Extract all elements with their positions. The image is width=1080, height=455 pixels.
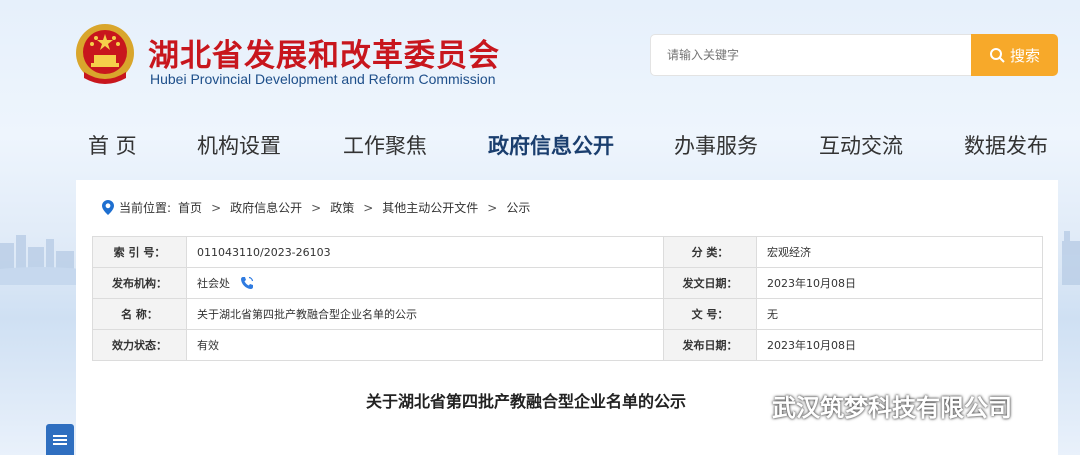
nav-services[interactable]: 办事服务 <box>674 130 758 160</box>
name-key: 名 称： <box>92 298 187 330</box>
breadcrumb-separator: > <box>487 200 498 215</box>
watermark: 武汉筑梦科技有限公司 <box>728 388 1012 423</box>
search-button-label: 搜索 <box>1009 46 1040 65</box>
table-row: 发布机构： 社会处 发文日期： 2023年10月08日 <box>92 267 1043 299</box>
breadcrumb-prefix: 当前位置: <box>119 201 172 215</box>
search-icon <box>989 48 1005 63</box>
breadcrumb-separator: > <box>211 200 222 215</box>
doc-number-key: 文 号： <box>663 298 757 330</box>
table-row: 效力状态： 有效 发布日期： 2023年10月08日 <box>92 329 1043 361</box>
category-key: 分 类： <box>663 236 757 268</box>
main-nav: 首 页 机构设置 工作聚焦 政府信息公开 办事服务 互动交流 数据发布 <box>0 130 1080 166</box>
site-title-english: Hubei Provincial Development and Reform … <box>150 71 496 87</box>
table-row: 名 称： 关于湖北省第四批产教融合型企业名单的公示 文 号： 无 <box>92 298 1043 330</box>
breadcrumb-home[interactable]: 首页 <box>178 199 202 216</box>
watermark-text: 武汉筑梦科技有限公司 <box>772 394 1012 422</box>
document-title: 关于湖北省第四批产教融合型企业名单的公示 <box>366 392 687 411</box>
wechat-icon <box>728 391 764 419</box>
phone-icon[interactable] <box>240 276 254 290</box>
breadcrumb-other-files[interactable]: 其他主动公开文件 <box>382 199 478 216</box>
status-value: 有效 <box>186 329 664 361</box>
publisher-cell: 社会处 <box>186 267 664 299</box>
table-row: 索 引 号： 011043110/2023-26103 分 类： 宏观经济 <box>92 236 1043 268</box>
name-value: 关于湖北省第四批产教融合型企业名单的公示 <box>186 298 664 330</box>
doc-number-value: 无 <box>756 298 1043 330</box>
pub-date-key: 发布日期： <box>663 329 757 361</box>
nav-interaction[interactable]: 互动交流 <box>819 130 903 160</box>
location-pin-icon <box>102 200 114 215</box>
breadcrumb-policy[interactable]: 政策 <box>330 199 354 216</box>
nav-work-focus[interactable]: 工作聚焦 <box>343 130 427 160</box>
category-value: 宏观经济 <box>756 236 1043 268</box>
doc-date-value: 2023年10月08日 <box>756 267 1043 299</box>
side-menu-button[interactable] <box>46 424 74 455</box>
publisher-key: 发布机构： <box>92 267 187 299</box>
breadcrumb-gov-info[interactable]: 政府信息公开 <box>230 199 302 216</box>
breadcrumb: 当前位置: 首页 > 政府信息公开 > 政策 > 其他主动公开文件 > 公示 <box>102 199 530 216</box>
document-meta-table: 索 引 号： 011043110/2023-26103 分 类： 宏观经济 发布… <box>92 236 1043 361</box>
breadcrumb-notice[interactable]: 公示 <box>506 199 530 216</box>
doc-date-key: 发文日期： <box>663 267 757 299</box>
list-icon <box>53 434 67 445</box>
nav-data[interactable]: 数据发布 <box>964 130 1048 160</box>
publisher-value: 社会处 <box>197 277 230 290</box>
national-emblem-icon <box>76 24 134 84</box>
status-key: 效力状态： <box>92 329 187 361</box>
index-key: 索 引 号： <box>92 236 187 268</box>
nav-organization[interactable]: 机构设置 <box>197 130 281 160</box>
nav-home[interactable]: 首 页 <box>88 130 137 160</box>
site-title: 湖北省发展和改革委员会 <box>148 38 500 74</box>
breadcrumb-separator: > <box>363 200 374 215</box>
site-header: 湖北省发展和改革委员会 Hubei Provincial Development… <box>0 0 1080 110</box>
search-input[interactable] <box>650 34 972 76</box>
search-button[interactable]: 搜索 <box>971 34 1058 76</box>
pub-date-value: 2023年10月08日 <box>756 329 1043 361</box>
index-value: 011043110/2023-26103 <box>186 236 664 268</box>
nav-gov-info[interactable]: 政府信息公开 <box>488 130 614 160</box>
breadcrumb-separator: > <box>311 200 322 215</box>
